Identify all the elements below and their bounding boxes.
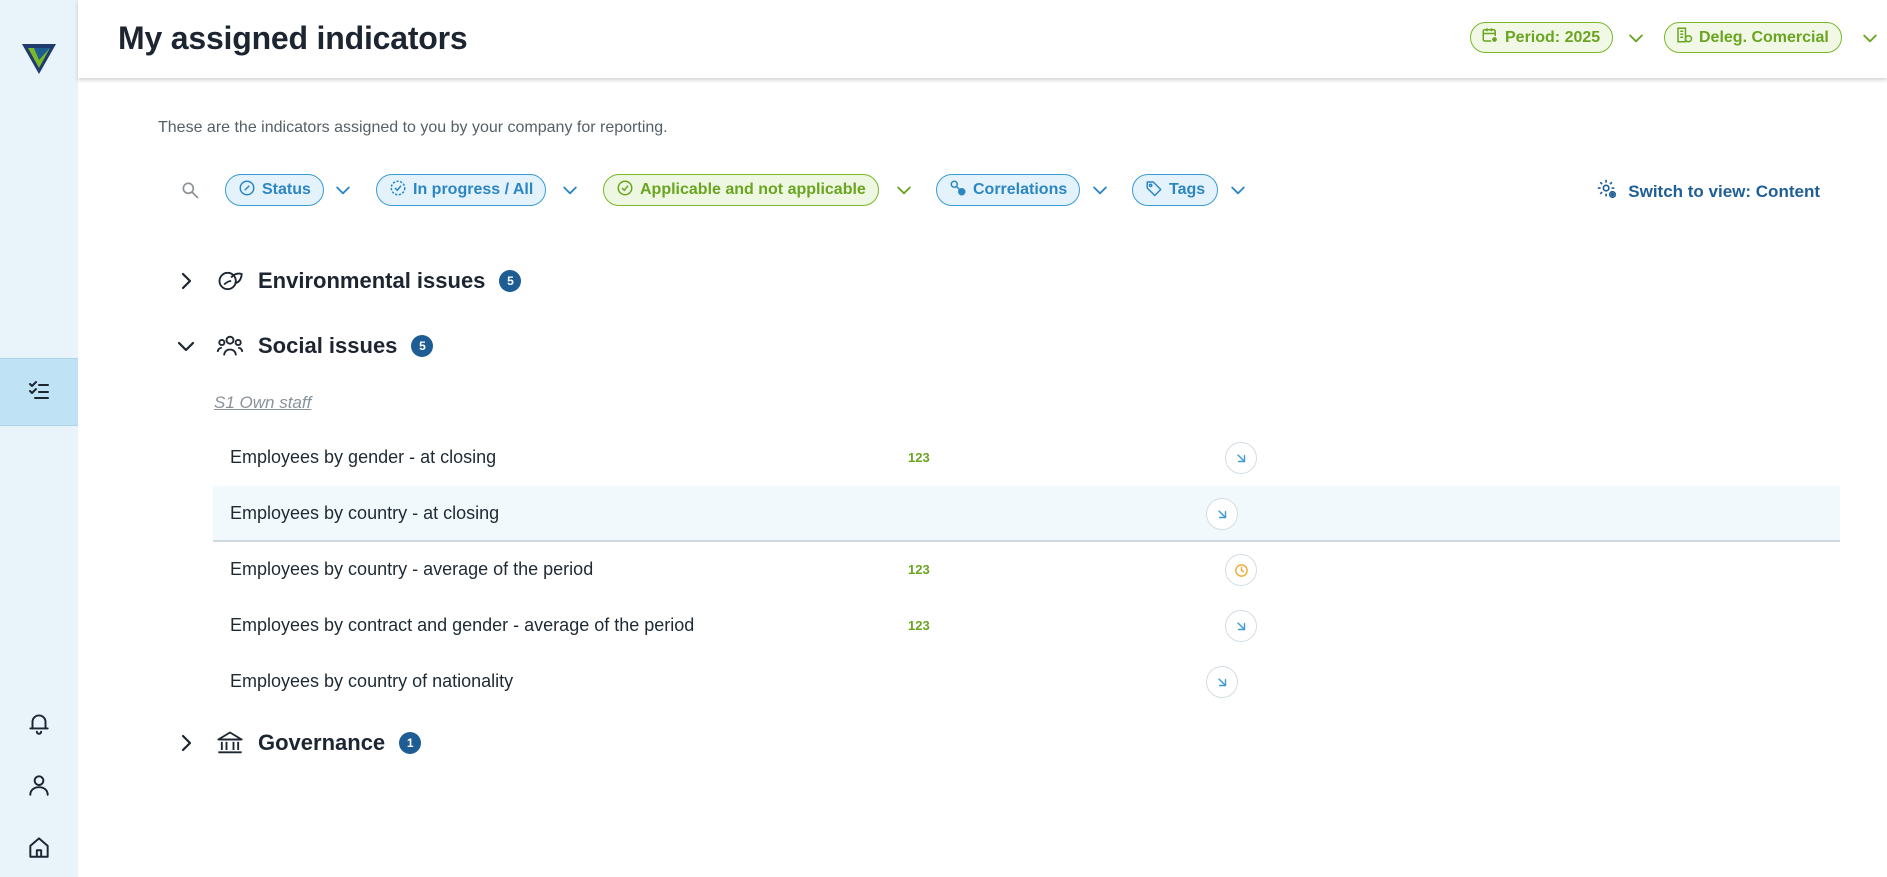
- assigned-icon[interactable]: [1206, 666, 1238, 698]
- numeric-type-badge: 123: [908, 450, 930, 465]
- section-environmental[interactable]: Environmental issues 5: [174, 264, 522, 298]
- status-filter-label: Status: [262, 181, 311, 198]
- indicator-name: Employees by contract and gender - avera…: [230, 615, 695, 635]
- delegation-selector[interactable]: Deleg. Comercial: [1664, 22, 1842, 53]
- correlations-filter[interactable]: Correlations: [936, 174, 1081, 206]
- section-social[interactable]: Social issues 5: [174, 329, 434, 363]
- section-title: Social issues: [258, 333, 398, 358]
- progress-filter[interactable]: In progress / All: [376, 174, 547, 206]
- top-header: My assigned indicators Period: 2025 Dele…: [78, 0, 1887, 78]
- sidebar: [0, 0, 78, 877]
- chevron-right-icon[interactable]: [174, 269, 198, 293]
- checklist-icon: [27, 378, 51, 407]
- gear-eye-icon: [1596, 178, 1618, 205]
- assigned-icon[interactable]: [1225, 610, 1257, 642]
- indicator-row[interactable]: Employees by country of nationality: [213, 654, 1840, 710]
- section-title: Environmental issues: [258, 268, 486, 293]
- count-badge: 5: [411, 335, 434, 357]
- people-group-icon: [216, 332, 244, 360]
- tags-filter-label: Tags: [1169, 181, 1206, 198]
- period-chevron-down-icon[interactable]: [1626, 28, 1646, 48]
- switch-view-button[interactable]: Switch to view: Content: [1596, 178, 1820, 205]
- calendar-icon: [1481, 26, 1499, 49]
- progress-chevron-down-icon[interactable]: [560, 180, 580, 200]
- numeric-type-badge: 123: [908, 618, 930, 633]
- applicability-filter[interactable]: Applicable and not applicable: [603, 174, 879, 206]
- institution-building-icon: [216, 729, 244, 757]
- correlation-nodes-icon: [949, 179, 967, 202]
- dashed-check-circle-icon: [389, 179, 407, 202]
- count-badge: 1: [399, 732, 422, 754]
- applicability-filter-label: Applicable and not applicable: [640, 181, 866, 198]
- applicability-chevron-down-icon[interactable]: [894, 180, 914, 200]
- check-circle-icon: [616, 179, 634, 202]
- chevron-right-icon[interactable]: [174, 731, 198, 755]
- page-title: My assigned indicators: [118, 20, 468, 56]
- leaf-globe-icon: [216, 267, 244, 295]
- correlations-filter-label: Correlations: [973, 181, 1068, 198]
- indicator-name: Employees by country - at closing: [230, 503, 500, 523]
- tags-chevron-down-icon[interactable]: [1228, 180, 1248, 200]
- group-label-own-staff[interactable]: S1 Own staff: [214, 393, 311, 413]
- sidebar-item-indicators[interactable]: [0, 358, 78, 426]
- status-filter[interactable]: Status: [225, 174, 324, 206]
- indicator-row[interactable]: Employees by contract and gender - avera…: [213, 598, 1840, 654]
- indicator-name: Employees by country of nationality: [230, 671, 514, 691]
- progress-filter-label: In progress / All: [413, 181, 534, 198]
- pending-clock-icon[interactable]: [1225, 554, 1257, 586]
- filters-bar: Status In progress / All Applicable and …: [180, 174, 1820, 206]
- section-title: Governance: [258, 730, 386, 755]
- tags-filter[interactable]: Tags: [1132, 174, 1219, 206]
- correlations-chevron-down-icon[interactable]: [1090, 180, 1110, 200]
- delegation-label: Deleg. Comercial: [1699, 28, 1829, 46]
- tag-icon: [1145, 179, 1163, 202]
- user-profile-icon[interactable]: [24, 770, 54, 800]
- pencil-circle-icon: [238, 179, 256, 202]
- search-icon[interactable]: [180, 180, 200, 200]
- home-icon[interactable]: [24, 832, 54, 862]
- status-chevron-down-icon[interactable]: [333, 180, 353, 200]
- company-logo[interactable]: [20, 38, 58, 76]
- indicator-row[interactable]: Employees by gender - at closing 123: [213, 430, 1840, 486]
- notifications-bell-icon[interactable]: [24, 708, 54, 738]
- chevron-down-icon[interactable]: [174, 334, 198, 358]
- section-governance[interactable]: Governance 1: [174, 726, 422, 760]
- assigned-icon[interactable]: [1225, 442, 1257, 474]
- indicator-row[interactable]: Employees by country - at closing: [213, 486, 1840, 542]
- period-label: Period: 2025: [1505, 28, 1601, 46]
- delegation-chevron-down-icon[interactable]: [1860, 28, 1880, 48]
- assigned-icon[interactable]: [1206, 498, 1238, 530]
- period-selector[interactable]: Period: 2025: [1470, 22, 1614, 53]
- page-subtitle: These are the indicators assigned to you…: [158, 119, 668, 136]
- numeric-type-badge: 123: [908, 562, 930, 577]
- indicator-name: Employees by country - average of the pe…: [230, 559, 594, 579]
- indicator-row[interactable]: Employees by country - average of the pe…: [213, 542, 1840, 598]
- count-badge: 5: [499, 270, 522, 292]
- building-icon: [1675, 26, 1693, 49]
- indicator-name: Employees by gender - at closing: [230, 447, 497, 467]
- switch-view-label: Switch to view: Content: [1628, 181, 1820, 201]
